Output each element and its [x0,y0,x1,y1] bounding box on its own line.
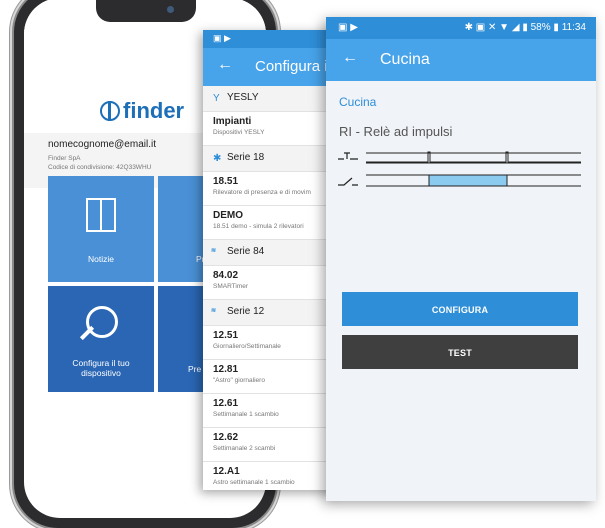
cucina-screen: ▣ ▶ ✱ ▣ ✕ ▼ ◢ ▮ 58% ▮ 11:34 ← Cucina Cuc… [326,17,596,501]
test-button[interactable]: TEST [342,335,578,369]
input-signal [366,151,581,164]
item-subtitle: "Astro" giornaliero [213,377,265,384]
logo-text: finder [123,98,185,123]
camera-icon [167,6,174,13]
screen-title: Cucina [380,51,430,68]
item-title: 12.62 [213,432,239,443]
item-title: Serie 18 [227,152,265,163]
output-signal [366,174,581,187]
list-item[interactable]: 12.A1 Astro settimanale 1 scambio [203,462,343,490]
nfc-icon: ≋ [211,308,217,314]
list-item[interactable]: 12.61 Settimanale 1 scambio [203,394,343,428]
status-icons: ✱ ▣ ✕ ▼ ◢ ▮ [464,22,531,33]
configura-button[interactable]: CONFIGURA [342,292,578,326]
item-title: Serie 84 [227,246,265,257]
list-item[interactable]: 12.81 "Astro" giornaliero [203,360,343,394]
item-title: 12.81 [213,364,239,375]
list-item[interactable]: 12.51 Giornaliero/Settimanale [203,326,343,360]
item-subtitle: Dispositivi YESLY [213,129,265,136]
status-bar: ▣ ▶ [203,30,343,48]
tile-configura[interactable]: Configura il tuo dispositivo [48,286,154,392]
item-subtitle: Astro settimanale 1 scambio [213,479,295,486]
tile-notizie[interactable]: Notizie [48,176,154,282]
clock: 11:34 [561,22,586,33]
list-item[interactable]: Impianti Dispositivi YESLY [203,112,343,146]
item-subtitle: Rilevatore di presenza e di movim [213,189,311,196]
share-code: Codice di condivisione: 42Q33WHU [48,164,152,171]
app-bar: ← Cucina [326,39,596,81]
user-email: nomecognome@email.it [48,139,156,150]
back-arrow-icon[interactable]: ← [217,56,233,74]
section-title: Cucina [339,95,377,109]
screen-title: Configura il [255,58,331,75]
item-title: DEMO [213,210,243,221]
battery-level: 58% [530,22,551,33]
list-section-header: ≋ Serie 12 [203,300,343,326]
list-item[interactable]: 12.62 Settimanale 2 scambi [203,428,343,462]
item-subtitle: Settimanale 2 scambi [213,445,276,452]
item-subtitle: Giornaliero/Settimanale [213,343,281,350]
app-bar: ← Configura il [203,48,343,86]
finder-logo-icon [100,101,120,121]
bluetooth-icon: ✱ [213,153,222,164]
list-section-header: Y YESLY [203,86,343,112]
list-item[interactable]: 18.51 Rilevatore di presenza e di movim [203,172,343,206]
notch [96,0,196,22]
status-right: ✱ ▣ ✕ ▼ ◢ ▮ 58% ▮ 11:34 [465,22,586,33]
finder-logo: finder [100,98,184,124]
item-subtitle: SMARTimer [213,283,249,290]
yesly-icon: Y [213,93,220,104]
list-section-header: ≋ Serie 84 [203,240,343,266]
list-item[interactable]: DEMO 18.51 demo - simula 2 rilevatori [203,206,343,240]
tile-label: Configura il tuo dispositivo [72,358,130,378]
tile-label: Notizie [88,254,114,264]
item-title: 18.51 [213,176,239,187]
back-arrow-icon[interactable]: ← [342,49,358,67]
notification-icons: ▣ ▶ [213,33,231,43]
timing-diagram [338,151,581,187]
item-title: YESLY [227,92,259,103]
pushbutton-symbol [338,152,358,186]
status-bar: ▣ ▶ ✱ ▣ ✕ ▼ ◢ ▮ 58% ▮ 11:34 [326,17,596,39]
item-title: Serie 12 [227,306,265,317]
book-icon [86,198,116,232]
item-subtitle: 18.51 demo - simula 2 rilevatori [213,223,304,230]
battery-icon: ▮ [553,22,559,33]
wrench-icon [86,306,118,338]
nfc-icon: ≋ [211,248,217,254]
item-title: 12.61 [213,398,239,409]
item-title: 12.A1 [213,466,240,477]
item-title: 12.51 [213,330,239,341]
item-subtitle: Settimanale 1 scambio [213,411,279,418]
notification-icons: ▣ ▶ [338,22,358,33]
relay-description: RI - Relè ad impulsi [339,124,453,139]
item-title: Impianti [213,116,252,127]
list-section-header: ✱ Serie 18 [203,146,343,172]
device-list: Y YESLY Impianti Dispositivi YESLY ✱ Serie 18… [203,86,343,490]
list-item[interactable]: 84.02 SMARTimer [203,266,343,300]
item-title: 84.02 [213,270,239,281]
user-company: Finder SpA [48,155,81,162]
configura-screen: ▣ ▶ ← Configura il Y YESLY Impianti Disposi… [203,30,343,490]
